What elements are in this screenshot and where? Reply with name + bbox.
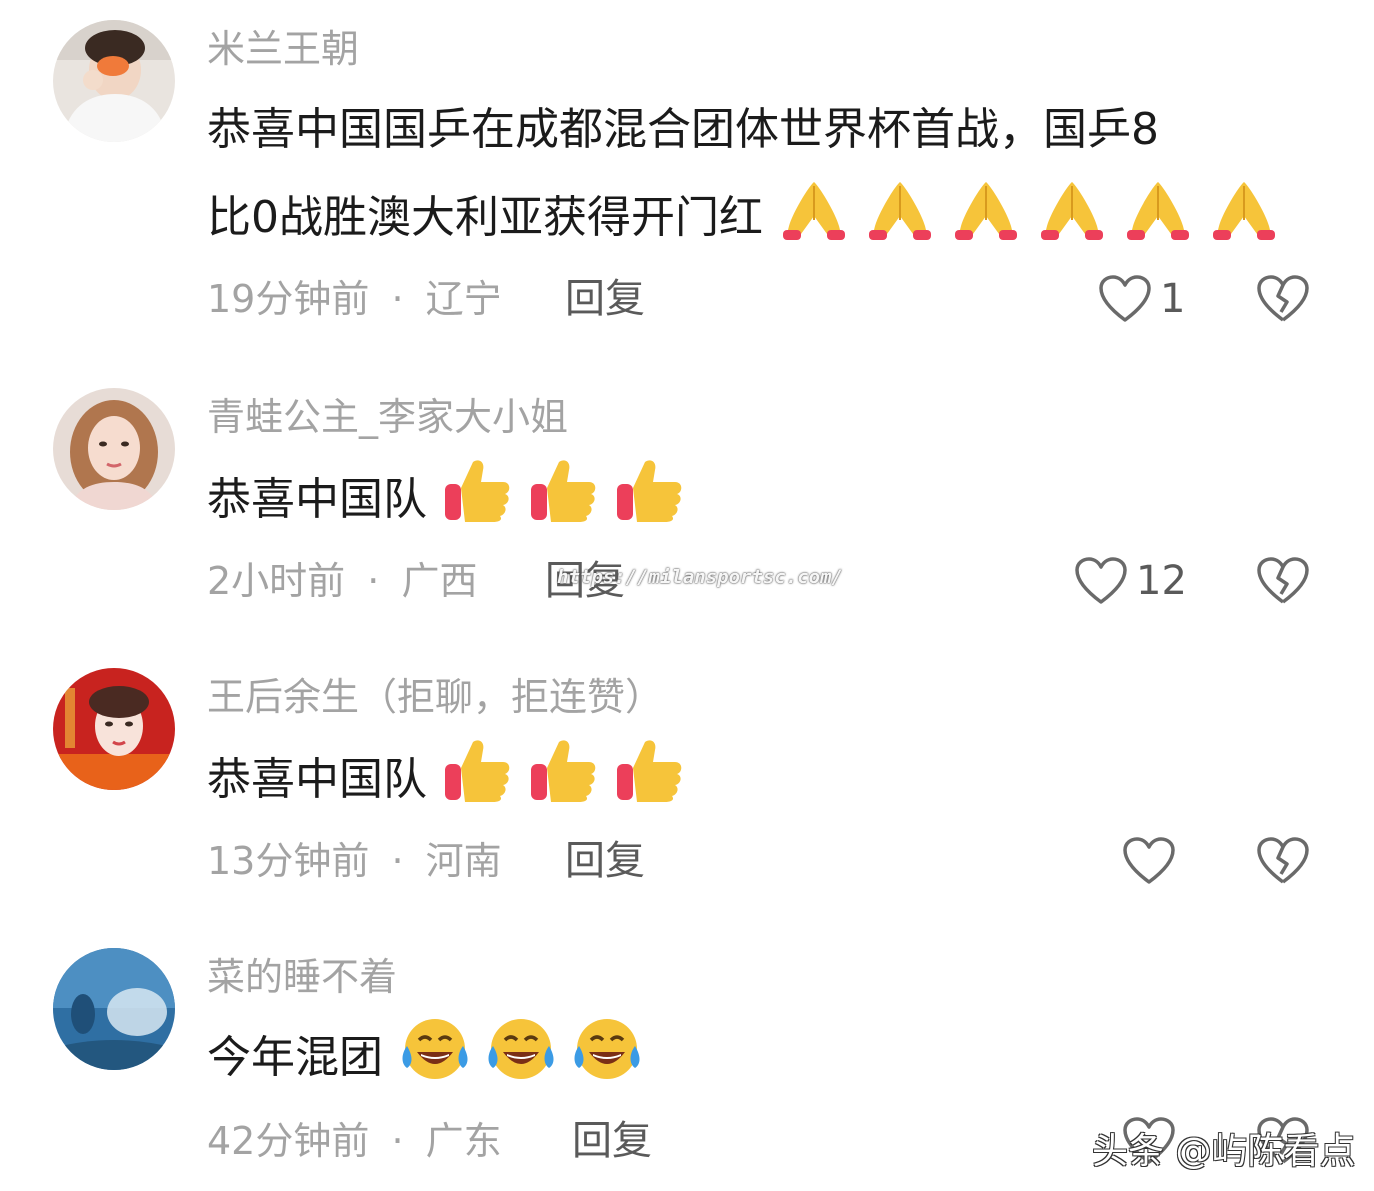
comment-meta: 42分钟前 · 广东 (207, 1122, 502, 1160)
tears-of-joy-icon (402, 1019, 468, 1079)
brand-watermark: 头条 @屿陈看点 (1092, 1131, 1356, 1172)
comment-location: 辽宁 (425, 277, 502, 321)
comment-text-line: 恭喜中国国乒在成都混合团体世界杯首战，国乒8 (207, 104, 1159, 155)
heart-icon (1075, 557, 1127, 604)
thumbs-up-icon (531, 460, 596, 522)
folded-hands-icon (869, 182, 931, 240)
broken-heart-icon (1257, 275, 1309, 322)
meta-separator: · (391, 839, 404, 883)
comment-item: 王后余生（拒聊，拒连赞） 恭喜中国队 13分钟前 · 河南 回复 (0, 640, 1374, 920)
comment-text-segment: 今年混团 (207, 1032, 383, 1083)
heart-icon (1123, 837, 1175, 884)
thumbs-up-icon (531, 740, 596, 802)
meta-separator: · (391, 1119, 404, 1163)
comment-time: 19分钟前 (207, 277, 370, 321)
emoji-row (763, 182, 1279, 243)
comment-meta: 2小时前 · 广西 (207, 562, 477, 600)
thumbs-up-icon (617, 740, 682, 802)
comment-text: 今年混团 (207, 1014, 1287, 1102)
tears-of-joy-icon (574, 1019, 640, 1079)
comment-text: 恭喜中国国乒在成都混合团体世界杯首战，国乒8 比0战胜澳大利亚获得开门红 (207, 86, 1287, 262)
url-watermark: https://milansportsc.com/ (557, 566, 843, 588)
comment-location: 广西 (401, 559, 478, 603)
comment-time: 13分钟前 (207, 839, 370, 883)
username[interactable]: 青蛙公主_李家大小姐 (207, 398, 568, 436)
reply-button[interactable]: 回复 (572, 1121, 652, 1161)
avatar[interactable] (53, 948, 175, 1070)
comment-item: 米兰王朝 恭喜中国国乒在成都混合团体世界杯首战，国乒8 比0战胜澳大利亚获得开门… (0, 0, 1374, 360)
meta-separator: · (367, 559, 380, 603)
comment-text-segment: 比0战胜澳大利亚获得开门红 (207, 192, 763, 243)
folded-hands-icon (1041, 182, 1103, 240)
reply-button[interactable]: 回复 (565, 279, 645, 319)
thumbs-up-icon (617, 460, 682, 522)
username[interactable]: 米兰王朝 (207, 30, 359, 68)
avatar[interactable] (53, 668, 175, 790)
emoji-row (383, 1019, 641, 1083)
like-button[interactable]: 1 (1098, 274, 1185, 324)
thumbs-up-icon (445, 460, 510, 522)
comment-meta: 19分钟前 · 辽宁 (207, 280, 502, 318)
like-count: 12 (1136, 558, 1187, 604)
comment-text: 恭喜中国队 (207, 454, 1287, 544)
comment-text-line: 比0战胜澳大利亚获得开门红 (207, 174, 1287, 262)
meta-separator: · (391, 277, 404, 321)
comment-location: 广东 (425, 1119, 502, 1163)
avatar[interactable] (53, 20, 175, 142)
tears-of-joy-icon (488, 1019, 554, 1079)
emoji-row (427, 460, 685, 525)
folded-hands-icon (783, 182, 845, 240)
dislike-button[interactable] (1256, 556, 1310, 610)
comment-text-segment: 恭喜中国队 (207, 754, 427, 805)
username[interactable]: 王后余生（拒聊，拒连赞） (207, 678, 663, 716)
comment-time: 42分钟前 (207, 1119, 370, 1163)
heart-icon (1099, 275, 1151, 322)
comment-text: 恭喜中国队 (207, 734, 1287, 824)
username[interactable]: 菜的睡不着 (207, 958, 397, 996)
dislike-button[interactable] (1256, 274, 1310, 328)
comment-location: 河南 (425, 839, 502, 883)
folded-hands-icon (955, 182, 1017, 240)
like-button[interactable]: 12 (1074, 556, 1187, 606)
comment-item: 青蛙公主_李家大小姐 恭喜中国队 2小时前 · 广西 回复 12 (0, 360, 1374, 640)
thumbs-up-icon (445, 740, 510, 802)
reply-button[interactable]: 回复 (565, 841, 645, 881)
folded-hands-icon (1127, 182, 1189, 240)
like-button[interactable] (1122, 836, 1184, 886)
broken-heart-icon (1257, 557, 1309, 604)
emoji-row (427, 740, 685, 805)
avatar[interactable] (53, 388, 175, 510)
dislike-button[interactable] (1256, 836, 1310, 890)
like-count: 1 (1160, 276, 1186, 322)
comment-time: 2小时前 (207, 559, 346, 603)
broken-heart-icon (1257, 837, 1309, 884)
folded-hands-icon (1213, 182, 1275, 240)
comment-text-segment: 恭喜中国队 (207, 474, 427, 525)
comment-meta: 13分钟前 · 河南 (207, 842, 502, 880)
